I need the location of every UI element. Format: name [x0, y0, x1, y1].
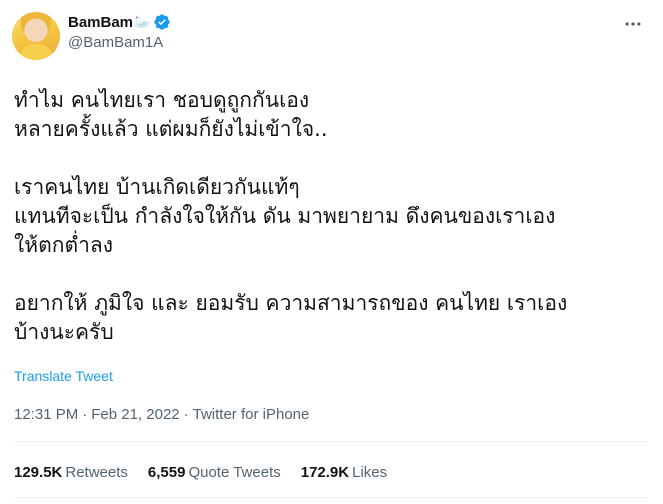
tweet-line: ให้ตกต่ำลง	[14, 233, 114, 257]
divider	[14, 497, 649, 498]
tweet-line: เราคนไทย บ้านเกิดเดียวกันแท้ๆ	[14, 175, 300, 199]
likes-label: Likes	[352, 464, 388, 481]
display-name[interactable]: BamBam	[68, 14, 133, 31]
quote-tweets-count: 6,559	[147, 464, 186, 481]
tweet-paragraph-2: เราคนไทย บ้านเกิดเดียวกันแท้ๆ แทนทีจะเป็…	[14, 173, 654, 260]
tweet-text: ทำไม คนไทยเรา ชอบดูถูกกันเอง หลายครั้งแล…	[14, 86, 654, 347]
swan-emoji: 🦢	[134, 14, 151, 29]
tweet-stats: 129.5K Retweets 6,559 Quote Tweets 172.9K L…	[14, 464, 387, 481]
tweet-card: BamBam 🦢 @BamBam1A ทำไม คนไทยเรา ชอบดูถู…	[0, 0, 663, 504]
tweet-meta: 12:31 PM · Feb 21, 2022 · Twitter for iPhone	[14, 406, 309, 423]
separator-dot: ·	[82, 406, 88, 423]
tweet-line: หลายครั้งแล้ว แต่ผมก็ยังไม่เข้าใจ..	[14, 117, 328, 141]
separator-dot: ·	[183, 406, 189, 423]
tweet-paragraph-1: ทำไม คนไทยเรา ชอบดูถูกกันเอง หลายครั้งแล…	[14, 86, 654, 144]
retweets-count: 129.5K	[14, 464, 63, 481]
tweet-line: แทนทีจะเป็น กำลังใจให้กัน ดัน มาพยายาม ด…	[14, 204, 556, 228]
tweet-source[interactable]: Twitter for iPhone	[193, 406, 310, 423]
retweets-stat[interactable]: 129.5K Retweets	[14, 464, 128, 481]
tweet-time[interactable]: 12:31 PM	[14, 406, 78, 423]
name-row: BamBam 🦢	[68, 12, 171, 32]
verified-badge-icon	[154, 14, 170, 30]
more-options-icon[interactable]	[621, 14, 645, 34]
retweets-label: Retweets	[65, 464, 128, 481]
divider	[14, 441, 649, 442]
tweet-line: อยากให้ ภูมิใจ และ ยอมรับ ความสามารถของ …	[14, 291, 568, 315]
likes-count: 172.9K	[300, 464, 350, 481]
ellipsis-icon	[625, 22, 641, 26]
likes-stat[interactable]: 172.9K Likes	[301, 464, 387, 481]
tweet-paragraph-3: อยากให้ ภูมิใจ และ ยอมรับ ความสามารถของ …	[14, 289, 654, 347]
user-handle[interactable]: @BamBam1A	[68, 34, 171, 51]
tweet-line: ทำไม คนไทยเรา ชอบดูถูกกันเอง	[14, 88, 310, 112]
tweet-line: บ้างนะครับ	[14, 320, 114, 344]
user-info: BamBam 🦢 @BamBam1A	[68, 12, 171, 51]
quote-tweets-stat[interactable]: 6,559 Quote Tweets	[148, 464, 281, 481]
quote-tweets-label: Quote Tweets	[188, 464, 281, 481]
translate-tweet-link[interactable]: Translate Tweet	[14, 368, 113, 384]
user-avatar[interactable]	[12, 12, 60, 60]
avatar-body	[20, 44, 52, 60]
tweet-date[interactable]: Feb 21, 2022	[91, 406, 179, 423]
